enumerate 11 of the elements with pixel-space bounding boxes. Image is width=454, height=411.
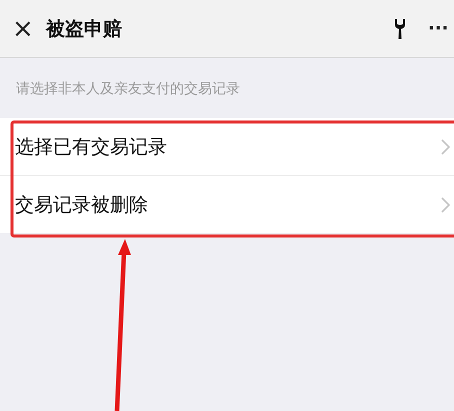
close-button[interactable]: × <box>6 16 40 42</box>
more-button[interactable]: ··· <box>428 18 454 39</box>
option-item[interactable]: 选择已有交易记录 <box>0 118 454 176</box>
option-item[interactable]: 交易记录被删除 <box>0 176 454 233</box>
option-label: 交易记录被删除 <box>15 192 149 218</box>
wrench-icon[interactable] <box>394 18 406 40</box>
chevron-icon <box>441 138 450 154</box>
instruction-text: 请选择非本人及亲友支付的交易记录 <box>15 80 241 99</box>
chevron-icon <box>441 196 450 212</box>
option-label: 选择已有交易记录 <box>15 134 168 160</box>
page-title: 被盗申赔 <box>46 16 123 42</box>
